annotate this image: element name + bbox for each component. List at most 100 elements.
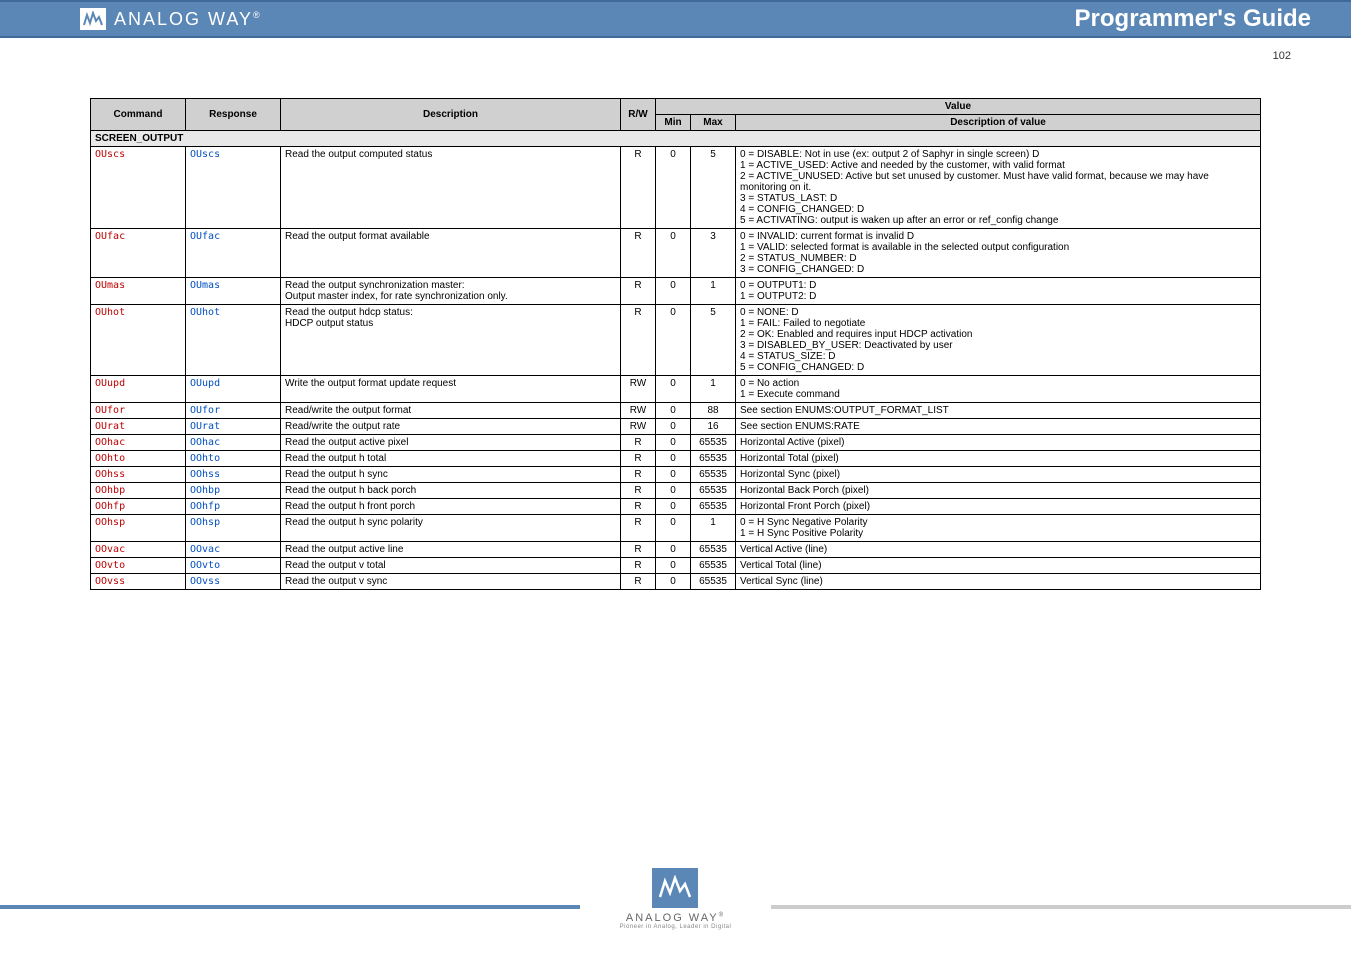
cell-max: 65535 — [691, 467, 736, 483]
document-title: Programmer's Guide — [1075, 5, 1311, 33]
th-min: Min — [656, 115, 691, 131]
cell-cmd: OOhbp — [91, 483, 186, 499]
group-row: SCREEN_OUTPUT — [91, 131, 1261, 147]
cell-max: 65535 — [691, 499, 736, 515]
cell-rw: R — [621, 483, 656, 499]
cell-cmd: OOhsp — [91, 515, 186, 542]
cell-vdesc: 0 = H Sync Negative Polarity 1 = H Sync … — [736, 515, 1261, 542]
cell-rw: R — [621, 467, 656, 483]
cell-min: 0 — [656, 229, 691, 278]
footer-tagline: Pioneer in Analog, Leader in Digital — [620, 924, 732, 930]
cell-rw: R — [621, 435, 656, 451]
footer-accent-left — [0, 905, 580, 909]
cell-rsp: OOhsp — [186, 515, 281, 542]
cell-cmd: OOvss — [91, 574, 186, 590]
cell-rsp: OUfor — [186, 403, 281, 419]
cell-rsp: OOhac — [186, 435, 281, 451]
cell-cmd: OOvac — [91, 542, 186, 558]
cell-vdesc: See section ENUMS:RATE — [736, 419, 1261, 435]
cell-rsp: OOvac — [186, 542, 281, 558]
cell-rw: R — [621, 499, 656, 515]
commands-table: Command Response Description R/W Value M… — [90, 98, 1261, 590]
cell-min: 0 — [656, 515, 691, 542]
cell-min: 0 — [656, 483, 691, 499]
cell-max: 65535 — [691, 483, 736, 499]
cell-desc: Read the output synchronization master: … — [281, 278, 621, 305]
cell-rw: R — [621, 542, 656, 558]
table-row: OUmasOUmasRead the output synchronizatio… — [91, 278, 1261, 305]
cell-min: 0 — [656, 451, 691, 467]
cell-max: 65535 — [691, 542, 736, 558]
cell-vdesc: Horizontal Front Porch (pixel) — [736, 499, 1261, 515]
cell-rw: RW — [621, 403, 656, 419]
cell-rw: R — [621, 305, 656, 376]
cell-vdesc: 0 = OUTPUT1: D 1 = OUTPUT2: D — [736, 278, 1261, 305]
cell-min: 0 — [656, 278, 691, 305]
cell-desc: Read the output active pixel — [281, 435, 621, 451]
cell-rsp: OOvss — [186, 574, 281, 590]
cell-min: 0 — [656, 403, 691, 419]
cell-cmd: OUhot — [91, 305, 186, 376]
cell-rsp: OUupd — [186, 376, 281, 403]
main-content: Command Response Description R/W Value M… — [90, 98, 1261, 590]
cell-min: 0 — [656, 419, 691, 435]
cell-min: 0 — [656, 542, 691, 558]
cell-vdesc: See section ENUMS:OUTPUT_FORMAT_LIST — [736, 403, 1261, 419]
cell-vdesc: Vertical Total (line) — [736, 558, 1261, 574]
cell-min: 0 — [656, 435, 691, 451]
footer: ANALOG WAY® Pioneer in Analog, Leader in… — [0, 844, 1351, 954]
cell-cmd: OOhss — [91, 467, 186, 483]
cell-rsp: OUfac — [186, 229, 281, 278]
cell-rsp: OOhss — [186, 467, 281, 483]
cell-desc: Read the output format available — [281, 229, 621, 278]
cell-desc: Read the output hdcp status: HDCP output… — [281, 305, 621, 376]
table-row: OUfacOUfacRead the output format availab… — [91, 229, 1261, 278]
cell-vdesc: Horizontal Sync (pixel) — [736, 467, 1261, 483]
cell-cmd: OUmas — [91, 278, 186, 305]
cell-cmd: OOhto — [91, 451, 186, 467]
cell-max: 1 — [691, 376, 736, 403]
cell-cmd: OOvto — [91, 558, 186, 574]
cell-cmd: OOhac — [91, 435, 186, 451]
cell-max: 65535 — [691, 558, 736, 574]
th-value-desc: Description of value — [736, 115, 1261, 131]
table-row: OOvssOOvssRead the output v syncR065535V… — [91, 574, 1261, 590]
cell-max: 5 — [691, 147, 736, 229]
cell-desc: Read the output h sync polarity — [281, 515, 621, 542]
cell-rsp: OUhot — [186, 305, 281, 376]
cell-rsp: OOhbp — [186, 483, 281, 499]
cell-rsp: OOhfp — [186, 499, 281, 515]
cell-max: 65535 — [691, 435, 736, 451]
brand-icon — [80, 8, 106, 30]
cell-desc: Read the output h front porch — [281, 499, 621, 515]
cell-min: 0 — [656, 305, 691, 376]
table-row: OOhfpOOhfpRead the output h front porchR… — [91, 499, 1261, 515]
table-row: OOvtoOOvtoRead the output v totalR065535… — [91, 558, 1261, 574]
cell-max: 1 — [691, 515, 736, 542]
cell-min: 0 — [656, 147, 691, 229]
cell-max: 65535 — [691, 574, 736, 590]
table-row: OOhspOOhspRead the output h sync polarit… — [91, 515, 1261, 542]
header-bar: ANALOG WAY® Programmer's Guide — [0, 0, 1351, 38]
cell-rw: R — [621, 451, 656, 467]
table-row: OOvacOOvacRead the output active lineR06… — [91, 542, 1261, 558]
footer-brand-icon — [652, 868, 698, 908]
header-logo: ANALOG WAY® — [80, 8, 262, 30]
cell-rsp: OOvto — [186, 558, 281, 574]
th-response: Response — [186, 99, 281, 131]
cell-desc: Read the output h back porch — [281, 483, 621, 499]
cell-max: 65535 — [691, 451, 736, 467]
cell-min: 0 — [656, 467, 691, 483]
cell-rsp: OUmas — [186, 278, 281, 305]
table-row: OUscsOUscsRead the output computed statu… — [91, 147, 1261, 229]
table-row: OUupdOUupdWrite the output format update… — [91, 376, 1261, 403]
cell-cmd: OUscs — [91, 147, 186, 229]
page-number: 102 — [1273, 50, 1291, 62]
cell-min: 0 — [656, 376, 691, 403]
table-row: OOhbpOOhbpRead the output h back porchR0… — [91, 483, 1261, 499]
table-row: OUratOUratRead/write the output rateRW01… — [91, 419, 1261, 435]
cell-max: 3 — [691, 229, 736, 278]
cell-vdesc: 0 = DISABLE: Not in use (ex: output 2 of… — [736, 147, 1261, 229]
cell-rsp: OOhto — [186, 451, 281, 467]
table-row: OOhacOOhacRead the output active pixelR0… — [91, 435, 1261, 451]
